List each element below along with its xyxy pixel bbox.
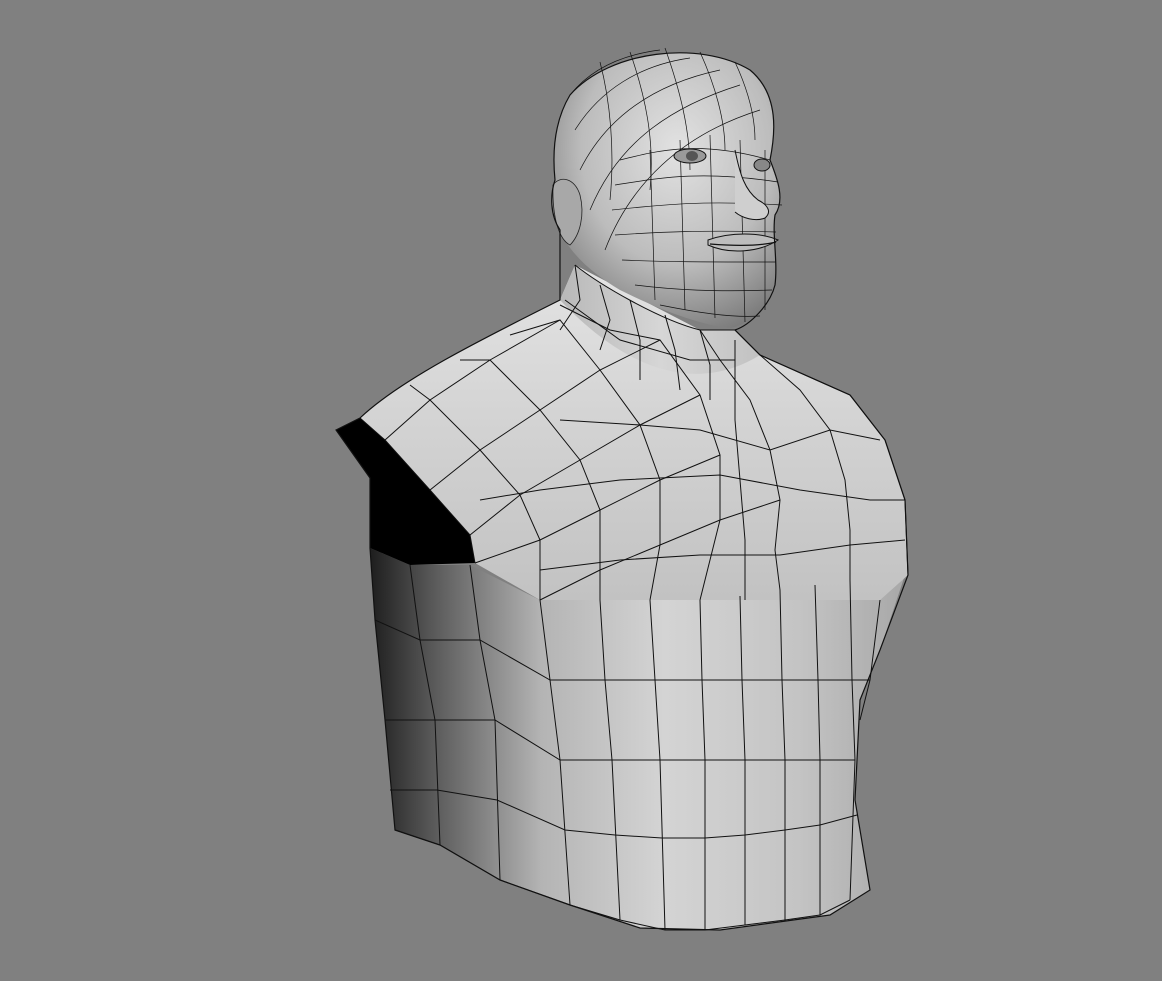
torso-lower-surface [370,548,905,930]
bust-mesh-render[interactable] [0,0,1162,981]
3d-viewport[interactable] [0,0,1162,981]
